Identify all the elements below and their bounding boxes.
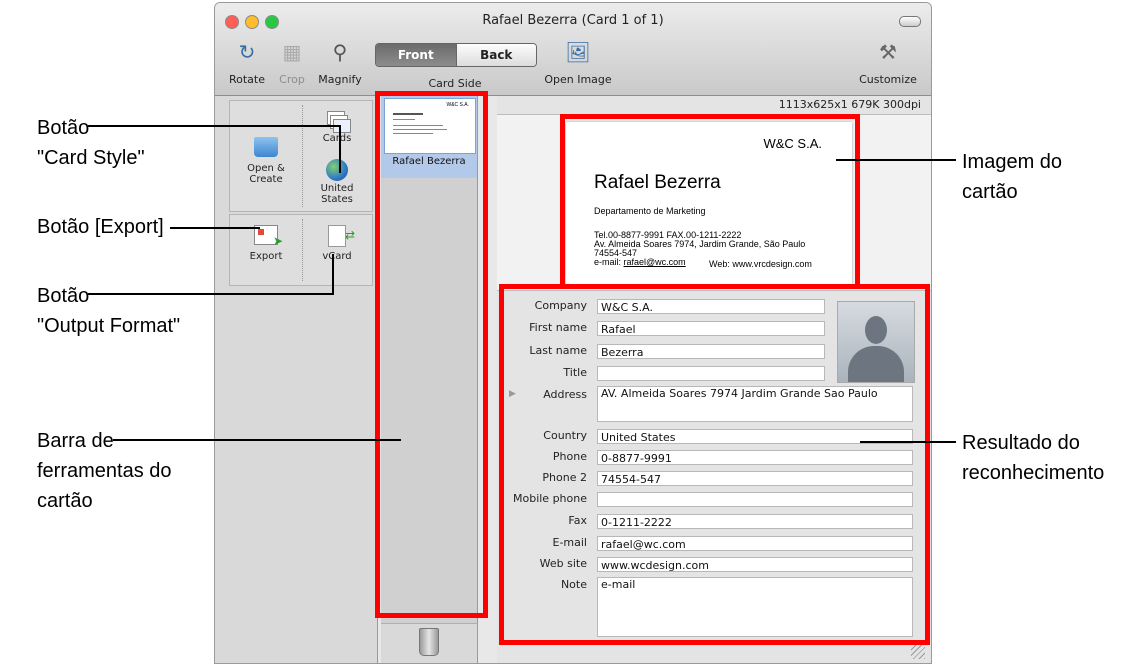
card-style-callout: Botão "Card Style"	[37, 117, 145, 169]
toolbar-toggle-button[interactable]	[899, 16, 921, 27]
trash-area	[381, 623, 478, 663]
recognition-callout: Resultado do reconhecimento	[962, 432, 1105, 484]
back-segment[interactable]: Back	[455, 44, 536, 66]
open-image-icon: 🖼	[565, 40, 591, 64]
globe-icon	[326, 159, 348, 181]
card-toolbar-pane: Open & Create Cards United States ➤ Expo	[215, 96, 378, 663]
folder-icon	[254, 137, 278, 157]
open-image-label: Open Image	[544, 73, 612, 86]
vcard-file-icon: ⇄	[328, 225, 355, 247]
group-divider	[302, 219, 303, 281]
country-label: United States	[320, 183, 354, 205]
magnify-icon: ⚲	[332, 40, 348, 64]
card-image-highlight	[560, 114, 860, 289]
output-format-button[interactable]: ⇄ vCard	[304, 225, 370, 262]
cards-style-button[interactable]: Cards	[304, 111, 370, 144]
magnify-button[interactable]: ⚲ Magnify	[315, 39, 365, 86]
export-label: Export	[249, 251, 283, 262]
trash-icon[interactable]	[419, 628, 439, 656]
open-create-label: Open & Create	[247, 163, 285, 185]
magnify-label: Magnify	[318, 73, 362, 86]
crop-icon: ▦	[282, 40, 302, 64]
crop-label: Crop	[279, 73, 305, 86]
resize-grip-icon[interactable]	[911, 645, 925, 659]
export-callout: Botão [Export]	[37, 216, 164, 238]
open-create-button[interactable]: Open & Create	[233, 137, 299, 185]
card-toolbar-highlight	[375, 91, 488, 618]
window-title: Rafael Bezerra (Card 1 of 1)	[482, 13, 664, 28]
title-bar: Rafael Bezerra (Card 1 of 1) ↻ Rotate ▦ …	[215, 3, 931, 96]
customize-button[interactable]: ⚒ Customize	[853, 39, 923, 86]
tools-icon: ⚒	[879, 40, 897, 64]
card-side-label: Card Side	[428, 77, 482, 90]
rotate-icon: ↻	[238, 40, 256, 64]
rotate-button[interactable]: ↻ Rotate	[225, 39, 269, 86]
recognition-result-highlight	[499, 284, 930, 645]
cards-label: Cards	[322, 133, 352, 144]
open-image-button[interactable]: 🖼 Open Image	[543, 39, 613, 86]
rotate-label: Rotate	[228, 73, 265, 86]
country-style-button[interactable]: United States	[304, 155, 370, 205]
toolbar-group-top: Open & Create Cards United States	[229, 100, 373, 212]
group-divider	[302, 105, 303, 207]
vcard-label: vCard	[322, 251, 352, 262]
image-info: 1113x625x1 679K 300dpi	[778, 98, 921, 111]
card-side-segmented-control[interactable]: Front Back	[375, 43, 537, 67]
export-button[interactable]: ➤ Export	[233, 225, 299, 262]
crop-button[interactable]: ▦ Crop	[275, 39, 309, 86]
cards-icon	[327, 111, 351, 133]
front-segment[interactable]: Front	[376, 44, 456, 66]
customize-label: Customize	[859, 73, 917, 86]
card-image-callout: Imagem do cartão	[962, 151, 1063, 203]
toolbar-group-bottom: ➤ Export ⇄ vCard	[229, 214, 373, 286]
output-format-callout: Botão "Output Format"	[37, 285, 181, 337]
card-toolbar-callout: Barra de ferramentas do cartão	[37, 430, 172, 512]
